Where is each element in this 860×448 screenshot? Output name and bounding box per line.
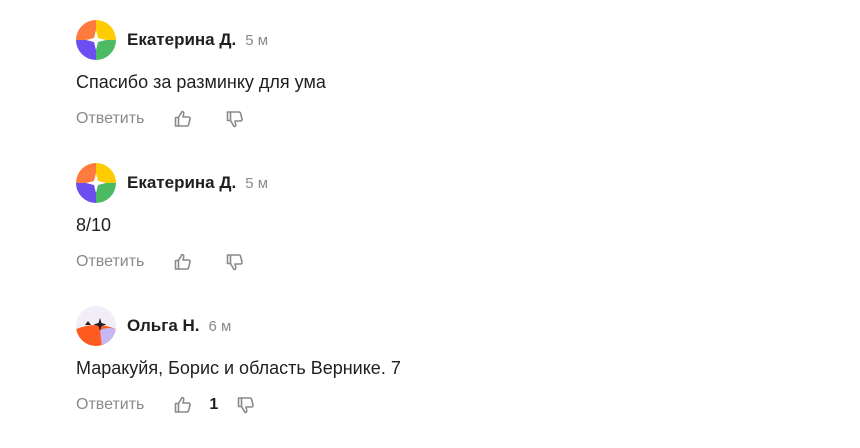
- comment-time: 5 м: [245, 31, 269, 49]
- comment-item: Екатерина Д. 5 м 8/10 Ответить: [76, 162, 816, 305]
- comment-header: Ольга Н. 6 м: [76, 305, 816, 347]
- comment-author[interactable]: Ольга Н.: [127, 316, 200, 336]
- avatar[interactable]: [76, 163, 116, 203]
- comment-time: 6 м: [208, 317, 232, 335]
- avatar-fox-icon: [76, 306, 116, 346]
- comment-text: 8/10: [76, 215, 112, 235]
- like-count: 1: [209, 396, 219, 413]
- thumbs-up-icon: [175, 396, 192, 413]
- comment-actions: Ответить: [76, 107, 816, 131]
- dislike-button[interactable]: [223, 250, 247, 274]
- thumbs-up-icon: [175, 110, 192, 127]
- thumbs-down-icon: [227, 254, 244, 271]
- avatar-multicolor-icon: [76, 163, 116, 203]
- comment-item: Екатерина Д. 5 м Спасибо за разминку для…: [76, 19, 816, 162]
- thumbs-down-icon: [237, 397, 255, 414]
- comment-item: Ольга Н. 6 м Маракуйя, Борис и область В…: [76, 305, 816, 448]
- like-button[interactable]: [171, 250, 195, 274]
- comment-author[interactable]: Екатерина Д.: [127, 173, 236, 193]
- comment-header: Екатерина Д. 5 м: [76, 19, 816, 61]
- avatar-multicolor-icon: [76, 20, 116, 60]
- reply-button[interactable]: Ответить: [76, 110, 144, 128]
- avatar[interactable]: [76, 306, 116, 346]
- comments-list: Екатерина Д. 5 м Спасибо за разминку для…: [76, 19, 816, 448]
- thumbs-down-icon: [227, 111, 244, 128]
- avatar[interactable]: [76, 20, 116, 60]
- like-button[interactable]: [171, 393, 195, 417]
- comment-time: 5 м: [245, 174, 269, 192]
- reply-button[interactable]: Ответить: [76, 253, 144, 271]
- dislike-button[interactable]: [223, 107, 247, 131]
- comment-text: Маракуйя, Борис и область Вернике. 7: [76, 358, 401, 378]
- reply-button[interactable]: Ответить: [76, 396, 144, 414]
- comment-text: Спасибо за разминку для ума: [76, 72, 326, 92]
- comment-author[interactable]: Екатерина Д.: [127, 30, 236, 50]
- comment-actions: Ответить: [76, 250, 816, 274]
- thumbs-up-icon: [175, 253, 192, 270]
- comment-header: Екатерина Д. 5 м: [76, 162, 816, 204]
- comment-actions: Ответить 1: [76, 393, 816, 417]
- dislike-button[interactable]: [234, 393, 258, 417]
- like-button[interactable]: [171, 107, 195, 131]
